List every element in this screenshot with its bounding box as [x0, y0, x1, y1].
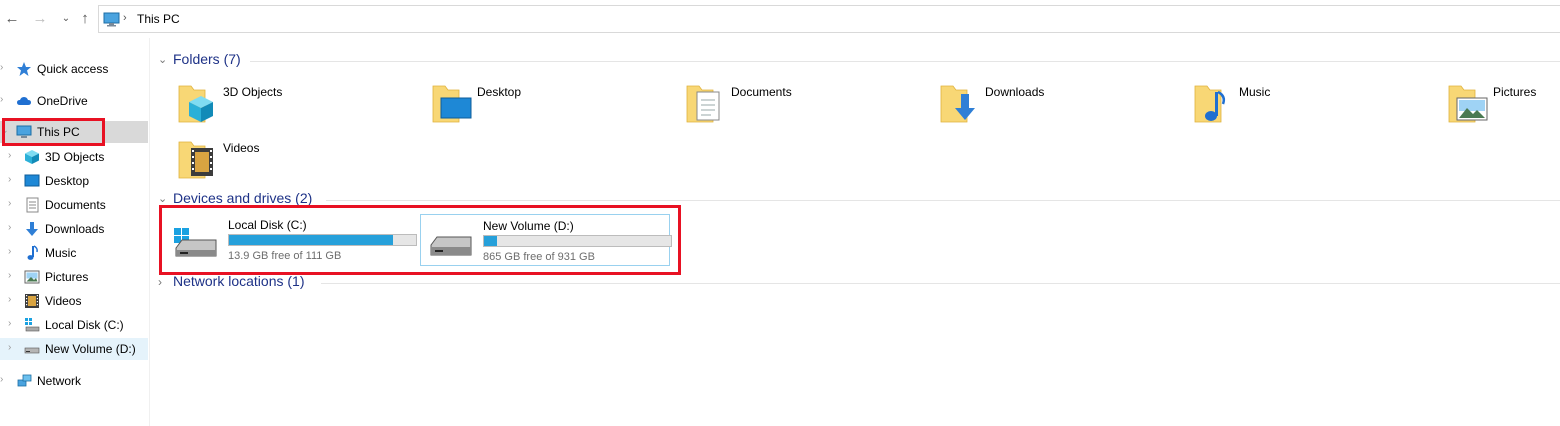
sidebar-item-label: 3D Objects — [45, 150, 105, 164]
expand-chevron-icon[interactable]: › — [0, 94, 3, 105]
annotation-highlight-box — [159, 205, 681, 275]
sidebar-item-documents[interactable]: › Documents — [0, 194, 148, 216]
folder-name: Desktop — [477, 85, 522, 99]
download-arrow-icon — [26, 222, 38, 236]
back-arrow-icon[interactable]: ← — [4, 10, 20, 28]
group-header-network-locations[interactable]: › Network locations (1) — [158, 273, 1560, 293]
expand-chevron-icon[interactable]: › — [8, 222, 11, 233]
address-bar[interactable]: › This PC — [98, 5, 1560, 33]
expand-chevron-icon[interactable]: › — [0, 62, 3, 73]
sidebar-item-label: Music — [45, 246, 77, 260]
desktop-icon — [24, 174, 40, 187]
folder-tile-music[interactable]: Music — [1193, 80, 1433, 130]
cloud-icon — [17, 97, 31, 105]
folder-tile-videos[interactable]: Videos — [177, 136, 417, 186]
navigation-pane: › Quick access › OneDrive ⌄ This PC › 3D… — [0, 38, 150, 426]
group-divider — [250, 61, 1560, 62]
expand-chevron-icon[interactable]: › — [8, 270, 11, 281]
recent-locations-chevron-icon[interactable]: ⌄ — [58, 10, 74, 28]
breadcrumb-separator-icon: › — [123, 12, 127, 24]
sidebar-item-label: Quick access — [37, 62, 109, 76]
expand-chevron-icon[interactable]: › — [0, 374, 3, 385]
sidebar-item-label: Network — [37, 374, 82, 388]
folder-tile-pictures[interactable]: Pictures — [1447, 80, 1560, 130]
sidebar-item-3d-objects[interactable]: › 3D Objects — [0, 146, 148, 168]
folder-documents-icon — [686, 85, 720, 123]
breadcrumb-this-pc[interactable]: This PC — [137, 12, 180, 26]
cube-icon — [25, 150, 39, 164]
expand-chevron-icon[interactable]: › — [8, 318, 11, 329]
sidebar-item-desktop[interactable]: › Desktop — [0, 170, 148, 192]
folder-name: Music — [1239, 85, 1271, 99]
group-header-folders[interactable]: ⌄ Folders (7) — [158, 51, 1560, 71]
folder-tile-3d-objects[interactable]: 3D Objects — [177, 80, 417, 130]
document-icon — [26, 197, 39, 213]
sidebar-item-network[interactable]: › Network — [0, 370, 148, 392]
expand-chevron-icon[interactable]: › — [8, 294, 11, 305]
folder-3d-objects-icon — [178, 85, 213, 123]
sidebar-item-label: OneDrive — [37, 94, 88, 108]
sidebar-item-music[interactable]: › Music — [0, 242, 148, 264]
group-divider — [321, 283, 1560, 284]
sidebar-item-label: Videos — [45, 294, 82, 308]
folder-tile-documents[interactable]: Documents — [685, 80, 925, 130]
sidebar-item-label: Local Disk (C:) — [45, 318, 124, 332]
sidebar-item-downloads[interactable]: › Downloads — [0, 218, 148, 240]
sidebar-item-new-volume-d[interactable]: › New Volume (D:) — [0, 338, 148, 360]
folder-name: Videos — [223, 141, 260, 155]
music-note-icon — [27, 245, 38, 260]
folder-downloads-icon — [940, 85, 975, 123]
network-icon — [17, 374, 32, 387]
sidebar-item-label: Documents — [45, 198, 106, 212]
sidebar-item-pictures[interactable]: › Pictures — [0, 266, 148, 288]
collapse-chevron-icon[interactable]: ⌄ — [158, 192, 167, 205]
expand-chevron-icon[interactable]: › — [8, 246, 11, 257]
group-title: Folders (7) — [173, 51, 241, 67]
picture-icon — [24, 270, 40, 284]
folder-name: Downloads — [985, 85, 1045, 99]
folder-name: Documents — [731, 85, 792, 99]
sidebar-item-label: Desktop — [45, 174, 90, 188]
sidebar-item-onedrive[interactable]: › OneDrive — [0, 90, 148, 112]
folder-name: Pictures — [1493, 85, 1537, 99]
folder-pictures-icon — [1448, 85, 1488, 123]
star-icon — [17, 62, 31, 76]
folder-desktop-icon — [432, 85, 472, 123]
group-title: Devices and drives (2) — [173, 190, 313, 206]
navigation-bar: ← → ⌄ ↑ › This PC — [0, 0, 1560, 38]
group-divider — [326, 200, 1560, 201]
collapse-chevron-icon[interactable]: ⌄ — [158, 53, 167, 66]
drive-icon — [24, 347, 40, 354]
group-title: Network locations (1) — [173, 273, 305, 289]
expand-chevron-icon[interactable]: › — [8, 198, 11, 209]
film-icon — [25, 294, 39, 308]
sidebar-item-local-disk-c[interactable]: › Local Disk (C:) — [0, 314, 148, 336]
expand-chevron-icon[interactable]: › — [8, 150, 11, 161]
folder-tile-downloads[interactable]: Downloads — [939, 80, 1179, 130]
folder-tile-desktop[interactable]: Desktop — [431, 80, 671, 130]
computer-icon — [103, 12, 120, 27]
forward-arrow-icon[interactable]: → — [32, 10, 48, 28]
up-arrow-icon[interactable]: ↑ — [77, 10, 93, 28]
sidebar-item-label: Downloads — [45, 222, 105, 236]
sidebar-item-label: Pictures — [45, 270, 89, 284]
sidebar-item-videos[interactable]: › Videos — [0, 290, 148, 312]
folder-music-icon — [1194, 85, 1226, 123]
expand-chevron-icon[interactable]: › — [8, 174, 11, 185]
windows-drive-icon — [25, 318, 40, 332]
folder-videos-icon — [178, 141, 213, 179]
folder-name: 3D Objects — [223, 85, 283, 99]
sidebar-item-quick-access[interactable]: › Quick access — [0, 58, 148, 80]
expand-chevron-icon[interactable]: › — [158, 275, 162, 289]
sidebar-item-label: New Volume (D:) — [45, 342, 136, 356]
annotation-highlight-box — [2, 118, 105, 146]
expand-chevron-icon[interactable]: › — [8, 342, 11, 353]
